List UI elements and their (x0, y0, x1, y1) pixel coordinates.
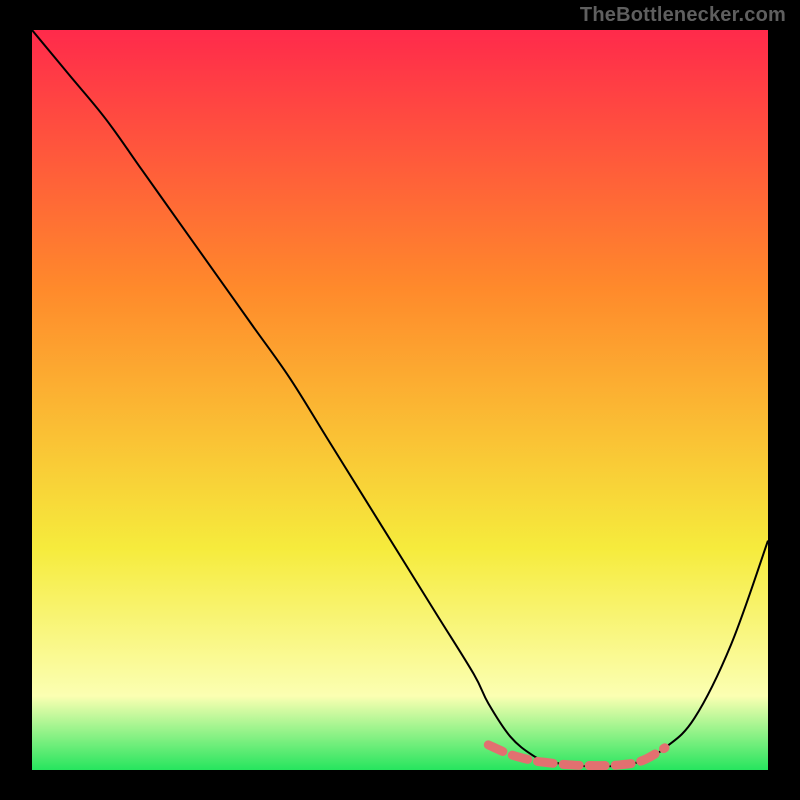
attribution-label: TheBottlenecker.com (580, 4, 786, 27)
chart-container: TheBottlenecker.com (0, 0, 800, 800)
plot-area (32, 30, 768, 770)
bottleneck-chart-svg (32, 30, 768, 770)
gradient-background (32, 30, 768, 770)
